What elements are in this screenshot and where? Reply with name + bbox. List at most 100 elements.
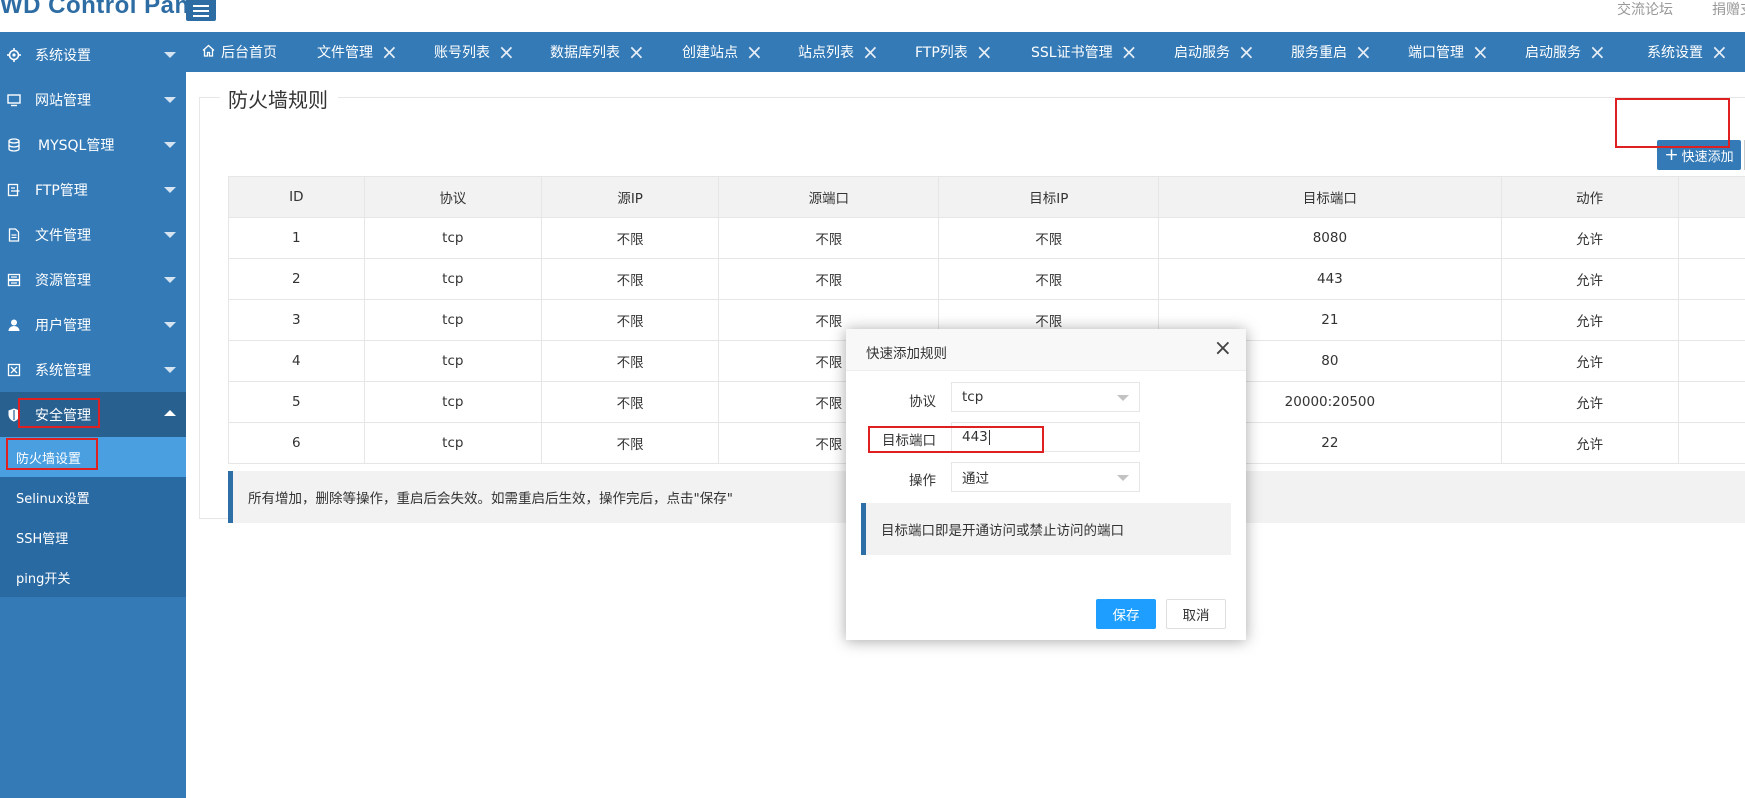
table-cell: tcp <box>363 422 542 464</box>
table-cell: 允许 <box>1500 422 1679 464</box>
table-cell: 允许 <box>1500 217 1679 259</box>
table-cell: tcp <box>363 299 542 341</box>
tab-site-list[interactable]: 站点列表 × <box>798 32 879 72</box>
sidebar-item-label: 系统管理 <box>35 363 91 379</box>
sidebar-item-users[interactable]: 用户管理 <box>0 302 186 347</box>
table-cell: tcp <box>363 381 542 423</box>
chevron-down-icon <box>164 322 176 328</box>
tab-label: 服务重启 <box>1291 45 1347 61</box>
tab-start-service[interactable]: 启动服务 × <box>1174 32 1255 72</box>
ftp-icon <box>6 182 22 198</box>
column-header: 源端口 <box>718 176 940 218</box>
tab-home[interactable]: 后台首页 <box>202 32 277 72</box>
close-icon[interactable]: × <box>1711 42 1728 62</box>
table-cell-extra <box>1677 422 1745 464</box>
tab-system-settings[interactable]: 系统设置 × <box>1647 32 1728 72</box>
file-icon <box>6 227 22 243</box>
chevron-down-icon <box>1117 475 1129 481</box>
top-header: WD Control Panel 交流论坛 捐赠支持 <box>0 0 1745 32</box>
tab-ftp-list[interactable]: FTP列表 × <box>915 32 993 72</box>
table-cell: 3 <box>228 299 365 341</box>
protocol-value: tcp <box>962 389 984 405</box>
sidebar-item-system[interactable]: 系统管理 <box>0 347 186 392</box>
sidebar-item-ftp[interactable]: FTP管理 <box>0 167 186 212</box>
submenu-item-ping[interactable]: ping开关 <box>0 557 186 597</box>
sidebar-item-mysql[interactable]: MYSQL管理 <box>0 122 186 167</box>
table-cell: 允许 <box>1500 340 1679 382</box>
table-cell: 不限 <box>718 217 940 259</box>
forum-link[interactable]: 交流论坛 <box>1617 0 1673 19</box>
sidebar-item-website[interactable]: 网站管理 <box>0 77 186 122</box>
tab-databases[interactable]: 数据库列表 × <box>550 32 645 72</box>
table-cell: 5 <box>228 381 365 423</box>
close-icon[interactable]: × <box>381 42 398 62</box>
database-icon <box>6 137 22 153</box>
close-icon[interactable]: × <box>1472 42 1489 62</box>
gear-icon <box>6 47 22 63</box>
submenu-item-ssh[interactable]: SSH管理 <box>0 517 186 557</box>
close-icon[interactable]: × <box>746 42 763 62</box>
close-icon[interactable]: × <box>1238 42 1255 62</box>
sidebar-item-resources[interactable]: 资源管理 <box>0 257 186 302</box>
sidebar-item-label: 文件管理 <box>35 228 91 244</box>
tab-ssl[interactable]: SSL证书管理 × <box>1031 32 1137 72</box>
close-icon[interactable]: × <box>628 42 645 62</box>
table-cell: 6 <box>228 422 365 464</box>
hamburger-icon <box>193 9 209 12</box>
sidebar-item-label: 系统设置 <box>35 48 91 64</box>
tab-port-manage[interactable]: 端口管理 × <box>1408 32 1489 72</box>
submenu-item-firewall[interactable]: 防火墙设置 <box>0 437 186 477</box>
sidebar-item-label: MYSQL管理 <box>38 138 115 154</box>
table-cell: 不限 <box>540 217 720 259</box>
protocol-select[interactable]: tcp <box>951 382 1140 412</box>
menu-toggle-button[interactable] <box>186 0 216 21</box>
plus-icon: + <box>1664 145 1679 165</box>
tab-accounts[interactable]: 账号列表 × <box>434 32 515 72</box>
table-cell: tcp <box>363 217 542 259</box>
table-cell: 4 <box>228 340 365 382</box>
close-icon[interactable]: × <box>976 42 993 62</box>
table-header-row: ID 协议 源IP 源端口 目标IP 目标端口 动作 <box>228 176 1745 218</box>
close-icon[interactable]: × <box>862 42 879 62</box>
port-value: 443 <box>962 429 988 445</box>
monitor-icon <box>6 92 22 108</box>
tab-label: 启动服务 <box>1174 45 1230 61</box>
quick-add-dialog: 快速添加规则 × 协议 tcp 目标端口 443 操作 通过 目标端口即是开通访… <box>846 329 1246 640</box>
tab-create-site[interactable]: 创建站点 × <box>682 32 763 72</box>
close-icon[interactable]: × <box>498 42 515 62</box>
close-icon[interactable]: × <box>1589 42 1606 62</box>
tab-start-service-2[interactable]: 启动服务 × <box>1525 32 1606 72</box>
column-header-extra <box>1677 176 1745 218</box>
cancel-button[interactable]: 取消 <box>1166 599 1226 629</box>
table-cell: 不限 <box>540 340 720 382</box>
sidebar-item-label: FTP管理 <box>35 183 88 199</box>
quick-add-button[interactable]: + 快速添加 <box>1657 140 1741 170</box>
column-header: 目标IP <box>938 176 1160 218</box>
table-cell: 允许 <box>1500 299 1679 341</box>
sidebar-item-system-settings[interactable]: 系统设置 <box>0 32 186 77</box>
action-select[interactable]: 通过 <box>951 462 1140 492</box>
table-cell: 1 <box>228 217 365 259</box>
security-submenu: 防火墙设置 Selinux设置 SSH管理 ping开关 <box>0 437 186 597</box>
tab-restart-service[interactable]: 服务重启 × <box>1291 32 1372 72</box>
save-button[interactable]: 保存 <box>1096 599 1156 629</box>
chevron-down-icon <box>164 52 176 58</box>
target-port-input[interactable]: 443 <box>951 422 1140 452</box>
submenu-item-selinux[interactable]: Selinux设置 <box>0 477 186 517</box>
close-icon[interactable]: × <box>1121 42 1138 62</box>
action-value: 通过 <box>962 471 989 487</box>
sidebar-item-files[interactable]: 文件管理 <box>0 212 186 257</box>
tab-label: 系统设置 <box>1647 45 1703 61</box>
table-cell: 不限 <box>540 422 720 464</box>
dialog-tip: 目标端口即是开通访问或禁止访问的端口 <box>861 503 1231 555</box>
close-icon[interactable]: × <box>1214 338 1232 360</box>
table-cell: 允许 <box>1500 258 1679 300</box>
tab-file-manage[interactable]: 文件管理 × <box>317 32 398 72</box>
tab-bar: 后台首页 文件管理 × 账号列表 × 数据库列表 × 创建站点 × 站点列表 × FTP列… <box>186 32 1745 72</box>
tab-label: 启动服务 <box>1525 45 1581 61</box>
port-label: 目标端口 <box>882 433 936 449</box>
sidebar-item-security[interactable]: 安全管理 <box>0 392 186 437</box>
donate-link[interactable]: 捐赠支持 <box>1712 0 1745 19</box>
table-cell-extra <box>1677 381 1745 423</box>
close-icon[interactable]: × <box>1355 42 1372 62</box>
